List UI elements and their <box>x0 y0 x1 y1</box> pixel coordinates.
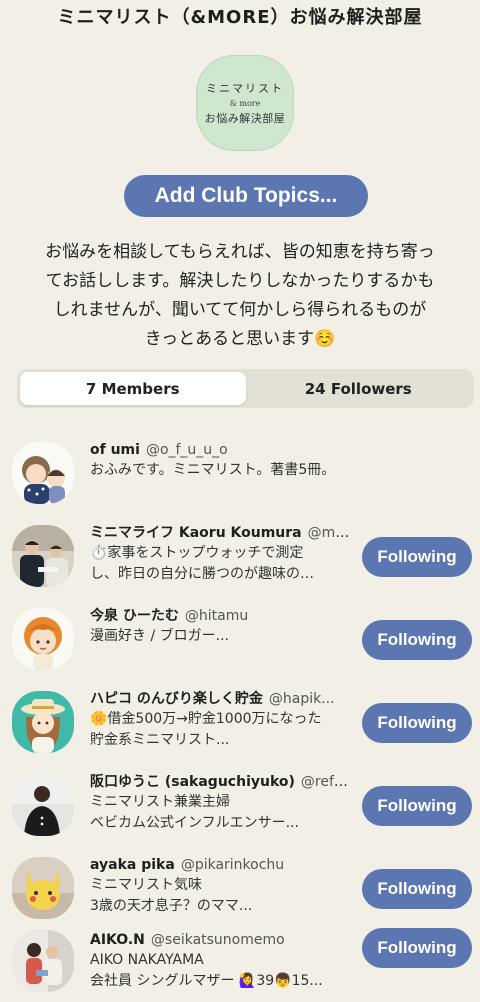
following-button[interactable]: Following <box>362 620 472 660</box>
avatar-photo <box>12 930 74 992</box>
member-handle: @seikatsunomemo <box>150 932 285 948</box>
following-button[interactable]: Following <box>362 703 472 743</box>
avatar[interactable] <box>12 774 74 836</box>
following-button[interactable]: Following <box>362 869 472 909</box>
club-description-line: しれませんが、聞いてて何かしら得られるものが <box>53 300 427 320</box>
member-info: 阪口ゆうこ (sakaguchiyuko) @refre... ミニマリスト兼業主… <box>90 772 350 834</box>
member-name: 阪口ゆうこ (sakaguchiyuko) <box>90 774 295 790</box>
member-row[interactable]: ハピコ のんびり楽しく貯金 @hapik... 🌼借金500万→貯金1000万にな… <box>0 681 480 764</box>
club-icon-line-3: お悩み解決部屋 <box>204 112 286 125</box>
member-row[interactable]: AIKO.N @seikatsunomemo AIKO NAKAYAMA 会社員 … <box>0 928 480 1000</box>
member-bio-line-2: し、昨日の自分に勝つのが趣味の… <box>90 566 314 582</box>
following-button[interactable]: Following <box>362 786 472 826</box>
member-name: 今泉 ひーたむ <box>90 608 179 624</box>
avatar[interactable] <box>12 691 74 753</box>
avatar[interactable] <box>12 930 74 992</box>
club-title: ミニマリスト（&MORE）お悩み解決部屋 <box>57 7 423 28</box>
member-handle: @mi... <box>307 525 350 541</box>
avatar-photo <box>12 525 74 587</box>
avatar-illustration <box>12 608 74 670</box>
avatar-illustration <box>12 442 74 504</box>
following-button[interactable]: Following <box>362 537 472 577</box>
club-description-line: きっとあると思います☺️ <box>144 329 336 349</box>
member-bio-line-2: 貯金系ミニマリスト... <box>90 732 230 748</box>
members-followers-tabs: 7 Members 24 Followers <box>17 369 474 408</box>
member-info: AIKO.N @seikatsunomemo AIKO NAKAYAMA 会社員 … <box>90 930 350 992</box>
avatar[interactable] <box>12 442 74 504</box>
member-bio: おふみです。ミニマリスト。著書5冊。 <box>90 462 336 478</box>
member-bio: 🌼借金500万→貯金1000万になった <box>90 711 322 727</box>
member-handle: @refre... <box>300 774 350 790</box>
member-info: ayaka pika @pikarinkochu ミニマリスト気味 3歳の天才息子… <box>90 855 350 917</box>
tab-followers[interactable]: 24 Followers <box>246 372 472 405</box>
member-handle: @pikarinkochu <box>180 857 285 873</box>
add-club-topics-button[interactable]: Add Club Topics... <box>124 175 368 217</box>
member-row[interactable]: 今泉 ひーたむ @hitamu 漫画好き / ブロガー... Following <box>0 598 480 681</box>
avatar-photo <box>12 774 74 836</box>
tab-members[interactable]: 7 Members <box>20 372 246 405</box>
member-row[interactable]: 阪口ゆうこ (sakaguchiyuko) @refre... ミニマリスト兼業主… <box>0 764 480 847</box>
club-description: お悩みを相談してもらえれば、皆の知恵を持ち寄っ てお話しします。解決したりしなか… <box>22 238 458 354</box>
member-list: of umi @o_f_u_u_o おふみです。ミニマリスト。著書5冊。 ミニマ… <box>0 432 480 1000</box>
member-bio: ミニマリスト気味 <box>90 877 202 893</box>
member-bio: AIKO NAKAYAMA <box>90 952 204 968</box>
member-name: AIKO.N <box>90 932 145 948</box>
club-icon-line-1: ミニマリスト <box>206 82 284 95</box>
avatar[interactable] <box>12 857 74 919</box>
member-bio-line-2: 会社員 シングルマザー 🙋‍♀️39👦15... <box>90 973 323 989</box>
member-info: ハピコ のんびり楽しく貯金 @hapik... 🌼借金500万→貯金1000万にな… <box>90 689 350 751</box>
avatar[interactable] <box>12 525 74 587</box>
avatar-photo <box>12 857 74 919</box>
member-name: of umi <box>90 442 140 458</box>
member-bio-line-2: 3歳の天才息子？のママ... <box>90 898 253 914</box>
club-description-line: お悩みを相談してもらえれば、皆の知恵を持ち寄っ <box>45 242 435 262</box>
member-info: of umi @o_f_u_u_o おふみです。ミニマリスト。著書5冊。 <box>90 440 470 481</box>
member-info: 今泉 ひーたむ @hitamu 漫画好き / ブロガー... <box>90 606 350 647</box>
member-bio-line-2: ベビカム公式インフルエンサー... <box>90 815 299 831</box>
member-bio: ミニマリスト兼業主婦 <box>90 794 230 810</box>
member-name: ayaka pika <box>90 857 175 873</box>
club-page: ミニマリスト（&MORE）お悩み解決部屋 ミニマリスト & more お悩み解決… <box>0 0 480 1002</box>
member-bio: ⏱️家事をストップウォッチで測定 <box>90 545 304 561</box>
member-info: ミニマライフ Kaoru Koumura @mi... ⏱️家事をストップウォッチ… <box>90 523 350 585</box>
member-handle: @hapik... <box>268 691 335 707</box>
avatar[interactable] <box>12 608 74 670</box>
club-icon-line-2: & more <box>229 99 261 108</box>
club-icon: ミニマリスト & more お悩み解決部屋 <box>196 55 294 151</box>
member-row[interactable]: of umi @o_f_u_u_o おふみです。ミニマリスト。著書5冊。 <box>0 432 480 515</box>
member-handle: @o_f_u_u_o <box>145 442 228 458</box>
avatar-illustration <box>12 691 74 753</box>
member-row[interactable]: ayaka pika @pikarinkochu ミニマリスト気味 3歳の天才息子… <box>0 847 480 930</box>
club-description-line: てお話しします。解決したりしなかったりするかも <box>45 271 435 291</box>
member-row[interactable]: ミニマライフ Kaoru Koumura @mi... ⏱️家事をストップウォッチ… <box>0 515 480 598</box>
member-bio: 漫画好き / ブロガー... <box>90 628 229 644</box>
member-name: ハピコ のんびり楽しく貯金 <box>90 691 263 707</box>
member-handle: @hitamu <box>184 608 249 624</box>
following-button[interactable]: Following <box>362 928 472 968</box>
member-name: ミニマライフ Kaoru Koumura <box>90 525 302 541</box>
